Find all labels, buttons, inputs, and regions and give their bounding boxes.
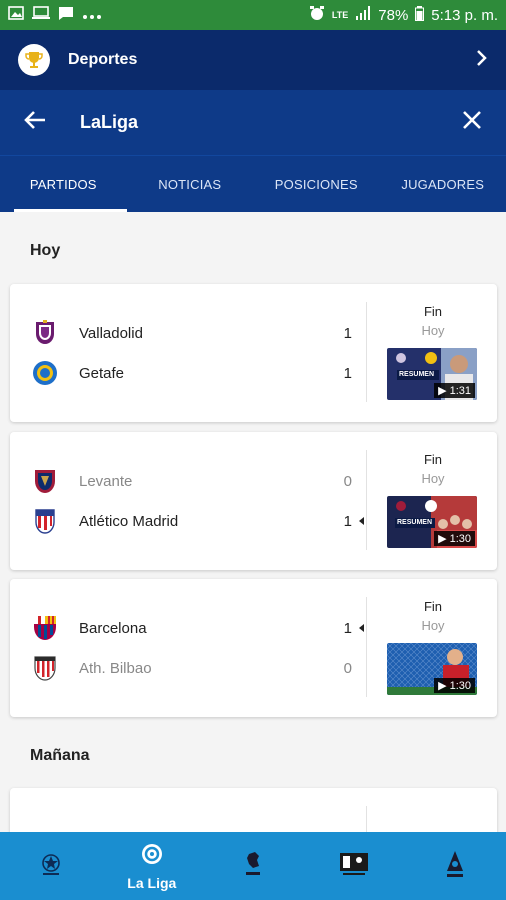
video-thumbnail[interactable]: RESUMEN ▶ 1:31 (387, 348, 477, 400)
chevron-right-icon[interactable] (476, 49, 488, 72)
video-caption: RESUMEN (397, 519, 433, 526)
team-score: 1 (343, 619, 352, 637)
match-status: Fin Hoy (388, 599, 478, 633)
more-notifications-icon (82, 7, 102, 24)
athletic-bilbao-crest-icon (32, 655, 58, 681)
league-nav-bar: La Liga (0, 832, 506, 900)
team-name: Ath. Bilbao (79, 659, 152, 677)
home-team-row: Levante 0 (32, 466, 352, 496)
atletico-madrid-crest-icon (32, 508, 58, 534)
team-name: Atlético Madrid (79, 512, 179, 530)
tab-partidos[interactable]: PARTIDOS (0, 156, 127, 212)
match-card[interactable]: Barcelona 1 Ath. Bilbao 0 Fin Hoy ▶ 1:30 (10, 579, 497, 717)
match-status: Fin Hoy (388, 452, 478, 486)
video-thumbnail[interactable]: ▶ 1:30 (387, 643, 477, 695)
battery-label: 78% (378, 6, 409, 24)
match-card[interactable]: Levante 0 Atlético Madrid 1 Fin Hoy RESU… (10, 432, 497, 570)
team-score: 0 (343, 472, 352, 490)
bundesliga-icon (339, 852, 369, 881)
team-score: 1 (343, 364, 352, 382)
premier-league-icon (241, 850, 265, 883)
match-day-label: Hoy (421, 471, 445, 486)
app-header: Deportes (0, 30, 506, 90)
header-title: Deportes (68, 51, 138, 68)
winner-indicator-icon (359, 624, 364, 632)
divider (366, 450, 367, 550)
nav-bundesliga[interactable] (304, 832, 405, 900)
levante-crest-icon (32, 468, 58, 494)
nav-laliga[interactable]: La Liga (101, 832, 202, 900)
match-list[interactable]: Hoy Valladolid 1 Getafe 1 Fin Hoy RESUME… (0, 212, 506, 832)
nav-premier-league[interactable] (202, 832, 303, 900)
champions-league-icon (38, 851, 64, 882)
serie-a-icon (443, 849, 467, 884)
video-duration: ▶ 1:30 (434, 678, 475, 693)
getafe-crest-icon (32, 360, 58, 386)
team-score: 0 (343, 659, 352, 677)
tab-jugadores[interactable]: JUGADORES (380, 156, 506, 212)
tab-posiciones[interactable]: POSICIONES (253, 156, 380, 212)
signal-icon (355, 6, 371, 24)
nav-label: La Liga (127, 874, 177, 891)
trophy-icon (18, 44, 50, 76)
match-status-label: Fin (423, 304, 443, 319)
barcelona-crest-icon (32, 615, 58, 641)
video-thumbnail[interactable]: RESUMEN ▶ 1:30 (387, 496, 477, 548)
nav-serie-a[interactable] (405, 832, 506, 900)
message-icon (58, 6, 74, 25)
match-status-label: Fin (423, 599, 443, 614)
alarm-icon (309, 5, 325, 25)
screen-icon (32, 6, 50, 24)
nav-champions-league[interactable] (0, 832, 101, 900)
divider (366, 806, 367, 832)
section-title-today: Hoy (30, 242, 61, 259)
match-status-label: Fin (423, 452, 443, 467)
away-team-row: Ath. Bilbao 0 (32, 653, 352, 683)
video-duration: ▶ 1:30 (434, 531, 475, 546)
match-card[interactable] (10, 788, 497, 832)
team-name: Valladolid (79, 324, 143, 342)
network-type-label: LTE (331, 10, 349, 20)
team-name: Levante (79, 472, 133, 490)
status-bar: LTE 78% 5:13 p. m. (0, 0, 506, 30)
valladolid-crest-icon (32, 320, 58, 346)
search-query[interactable]: LaLiga (80, 112, 138, 133)
battery-icon (415, 5, 425, 25)
laliga-icon (140, 842, 164, 871)
video-duration: ▶ 1:31 (434, 383, 475, 398)
clock: 5:13 p. m. (431, 6, 498, 24)
match-day-label: Hoy (421, 323, 445, 338)
home-team-row: Barcelona 1 (32, 613, 364, 643)
winner-indicator-icon (359, 517, 364, 525)
search-bar: LaLiga (0, 90, 506, 156)
team-name: Getafe (79, 364, 125, 382)
video-caption: RESUMEN (399, 371, 435, 378)
match-card[interactable]: Valladolid 1 Getafe 1 Fin Hoy RESUMEN ▶ … (10, 284, 497, 422)
gallery-icon (8, 6, 24, 24)
team-score: 1 (343, 512, 352, 530)
away-team-row: Atlético Madrid 1 (32, 506, 364, 536)
tab-noticias[interactable]: NOTICIAS (127, 156, 254, 212)
divider (366, 302, 367, 402)
divider (366, 597, 367, 697)
match-status: Fin Hoy (388, 304, 478, 338)
away-team-row: Getafe 1 (32, 358, 352, 388)
tab-bar: PARTIDOS NOTICIAS POSICIONES JUGADORES (0, 156, 506, 212)
team-score: 1 (343, 324, 352, 342)
team-name: Barcelona (79, 619, 147, 637)
match-day-label: Hoy (421, 618, 445, 633)
home-team-row: Valladolid 1 (32, 318, 352, 348)
section-title-tomorrow: Mañana (30, 747, 90, 764)
back-arrow-icon[interactable] (24, 110, 46, 135)
close-icon[interactable] (462, 110, 482, 135)
